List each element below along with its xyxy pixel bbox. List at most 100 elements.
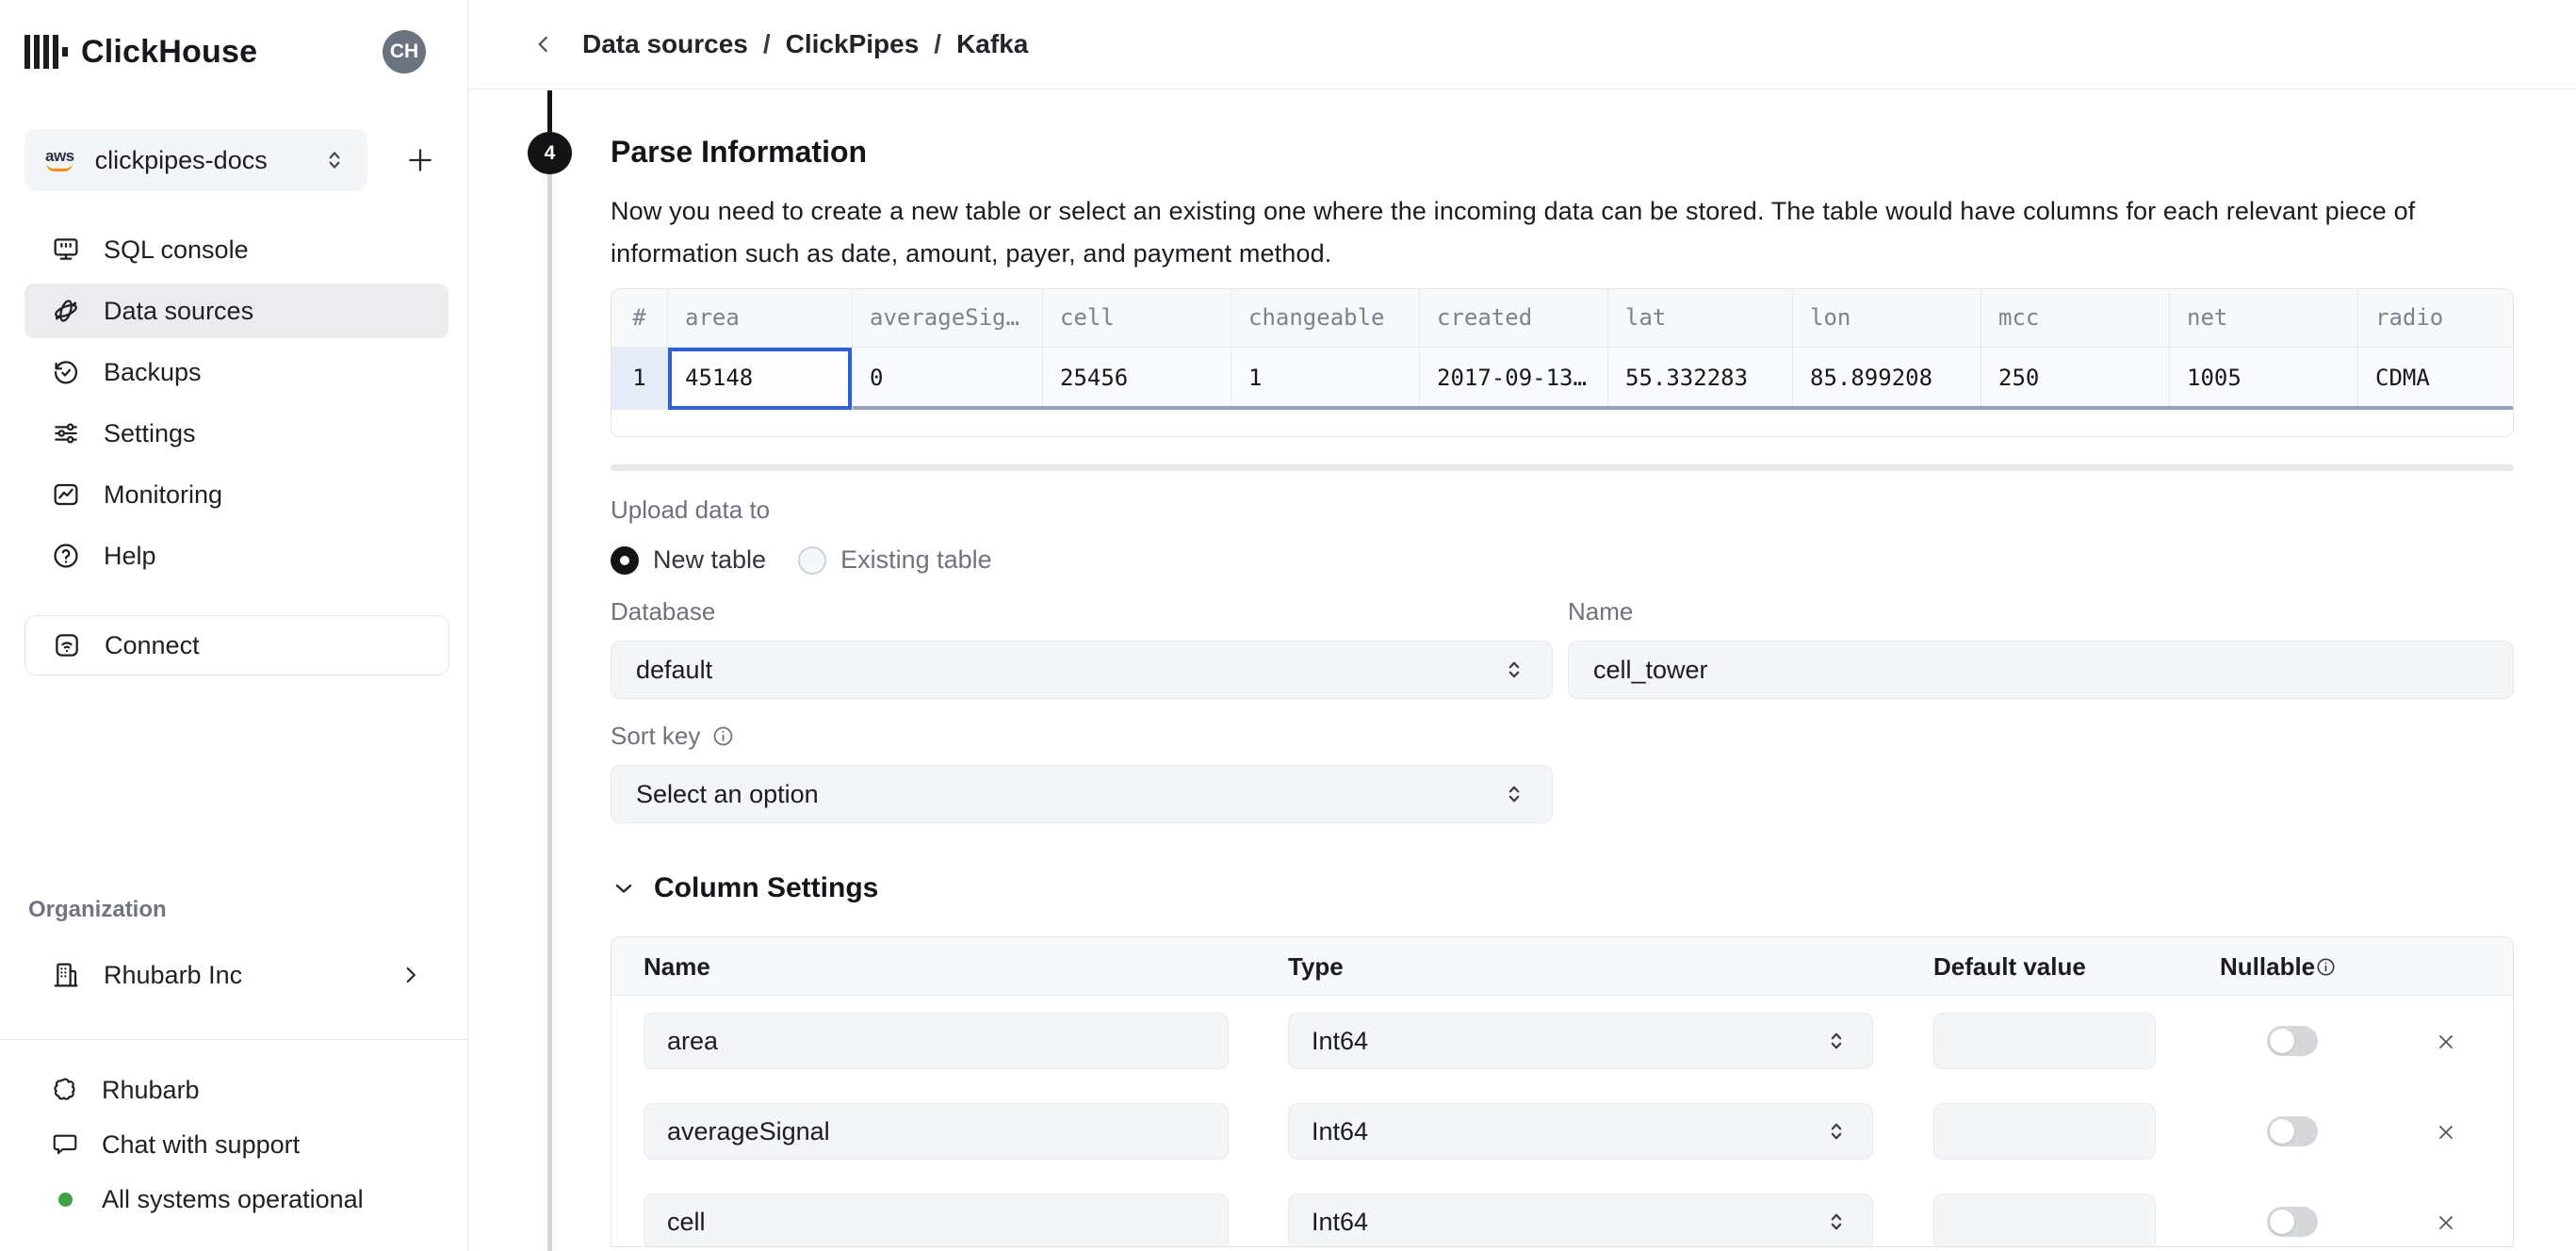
column-default-input[interactable] (1957, 1117, 2132, 1146)
info-icon[interactable] (2315, 956, 2337, 978)
clickhouse-logo-icon[interactable] (24, 35, 68, 69)
sort-key-group: Sort key Select an option (611, 722, 1553, 823)
preview-column-header: lon (1793, 289, 1981, 348)
upload-target-radio-group: New table Existing table (611, 545, 2514, 575)
add-service-button[interactable] (399, 139, 441, 181)
footer-item-status[interactable]: All systems operational (24, 1172, 448, 1227)
table-name-field (1568, 641, 2514, 699)
breadcrumb-item-kafka[interactable]: Kafka (956, 29, 1028, 59)
sidebar-item-backups[interactable]: Backups (24, 345, 448, 399)
preview-cell[interactable]: 1 (1231, 348, 1420, 410)
radio-existing-table[interactable] (798, 546, 826, 575)
info-icon[interactable] (711, 724, 735, 748)
preview-column-header: # (611, 289, 668, 348)
clickhouse-app: ClickHouse CH aws clickpipes-docs (0, 0, 2576, 1251)
sidebar-item-sql-console[interactable]: SQL console (24, 222, 448, 277)
nullable-toggle[interactable] (2267, 1116, 2318, 1146)
step-rail-top (547, 90, 552, 134)
horizontal-scrollbar[interactable] (611, 464, 2514, 471)
sidebar-item-data-sources[interactable]: Data sources (24, 284, 448, 338)
preview-column-header: lat (1608, 289, 1793, 348)
sidebar-footer: Rhubarb Chat with support All systems op… (24, 1063, 448, 1227)
cs-header-name: Name (644, 937, 710, 996)
column-default-input[interactable] (1957, 1027, 2132, 1056)
building-icon (51, 960, 81, 990)
database-select[interactable]: default (611, 641, 1553, 699)
preview-cell[interactable]: 250 (1981, 348, 2170, 410)
nullable-toggle[interactable] (2267, 1026, 2318, 1056)
preview-cell[interactable]: 55.332283 (1608, 348, 1793, 410)
organization-item[interactable]: Rhubarb Inc (24, 947, 449, 1003)
remove-column-button[interactable] (2432, 1028, 2460, 1056)
preview-cell[interactable]: 85.899208 (1793, 348, 1981, 410)
avatar[interactable]: CH (383, 30, 426, 73)
step-number-badge: 4 (528, 132, 572, 174)
chevron-updown-icon (1501, 657, 1527, 683)
preview-cell[interactable]: 0 (853, 348, 1043, 410)
preview-header-row: # area averageSig… cell changeable creat… (611, 289, 2513, 348)
name-label: Name (1568, 597, 2514, 626)
column-type-select[interactable]: Int64 (1288, 1103, 1873, 1160)
column-default-input[interactable] (1957, 1208, 2132, 1237)
preview-column-header: radio (2358, 289, 2512, 348)
remove-column-button[interactable] (2432, 1118, 2460, 1146)
column-settings-title: Column Settings (654, 872, 878, 904)
preview-column-header: mcc (1981, 289, 2170, 348)
remove-column-button[interactable] (2432, 1209, 2460, 1237)
sidebar-item-label: Help (104, 542, 156, 571)
column-settings-row: Int64 (611, 996, 2513, 1086)
sort-key-select[interactable]: Select an option (611, 765, 1553, 823)
column-default-field (1933, 1103, 2156, 1160)
nullable-toggle[interactable] (2267, 1207, 2318, 1237)
sidebar-item-help[interactable]: Help (24, 528, 448, 583)
sql-console-icon (51, 235, 81, 265)
sidebar-item-label: Settings (104, 419, 196, 448)
footer-item-label: Rhubarb (102, 1076, 200, 1105)
radio-new-table[interactable] (611, 546, 639, 575)
breadcrumb-item-data-sources[interactable]: Data sources (582, 29, 748, 59)
footer-item-support[interactable]: Chat with support (24, 1117, 448, 1172)
connect-button[interactable]: Connect (24, 615, 449, 675)
service-selector[interactable]: aws clickpipes-docs (24, 129, 367, 191)
status-dot-icon (51, 1185, 79, 1213)
preview-column-header: averageSig… (853, 289, 1043, 348)
settings-sliders-icon (51, 418, 81, 448)
service-name: clickpipes-docs (95, 146, 322, 175)
footer-item-integrations[interactable]: Rhubarb (24, 1063, 448, 1117)
cs-header-type: Type (1288, 937, 1344, 996)
column-name-input[interactable] (667, 1117, 1205, 1146)
column-type-select[interactable]: Int64 (1288, 1013, 1873, 1069)
sidebar-item-label: Backups (104, 358, 202, 387)
chevron-down-icon (611, 875, 637, 902)
parse-information-section: Parse Information Now you need to create… (611, 89, 2514, 1247)
backups-history-icon (51, 357, 81, 387)
breadcrumb: Data sources / ClickPipes / Kafka (582, 29, 1028, 59)
sidebar-item-settings[interactable]: Settings (24, 406, 448, 461)
column-settings-toggle[interactable]: Column Settings (611, 872, 2514, 904)
sidebar-item-label: Data sources (104, 297, 253, 326)
preview-empty-area (611, 410, 2513, 436)
back-button[interactable] (528, 28, 560, 60)
breadcrumb-separator: / (763, 29, 771, 59)
column-name-input[interactable] (667, 1027, 1205, 1056)
cs-header-default: Default value (1933, 937, 2086, 996)
table-name-input[interactable] (1593, 656, 2488, 685)
sidebar-item-label: Monitoring (104, 480, 222, 510)
sidebar-item-monitoring[interactable]: Monitoring (24, 467, 448, 522)
column-type-select[interactable]: Int64 (1288, 1194, 1873, 1247)
footer-item-label: Chat with support (102, 1130, 300, 1160)
preview-cell[interactable]: 1005 (2170, 348, 2358, 410)
data-sources-icon (51, 296, 81, 326)
preview-cell[interactable]: 2017-09-13… (1420, 348, 1608, 410)
data-preview-table: # area averageSig… cell changeable creat… (611, 288, 2514, 437)
column-settings-header-row: Name Type Default value Nullable (611, 937, 2513, 996)
table-horizontal-scrollbar[interactable] (668, 406, 2513, 410)
organization-name: Rhubarb Inc (104, 961, 399, 990)
preview-cell-area-selected[interactable]: 45148 (668, 348, 853, 410)
breadcrumb-item-clickpipes[interactable]: ClickPipes (786, 29, 920, 59)
column-name-input[interactable] (667, 1208, 1205, 1237)
preview-column-header: net (2170, 289, 2358, 348)
preview-cell[interactable]: 25456 (1043, 348, 1231, 410)
preview-cell[interactable]: CDMA (2358, 348, 2512, 410)
preview-column-header: created (1420, 289, 1608, 348)
